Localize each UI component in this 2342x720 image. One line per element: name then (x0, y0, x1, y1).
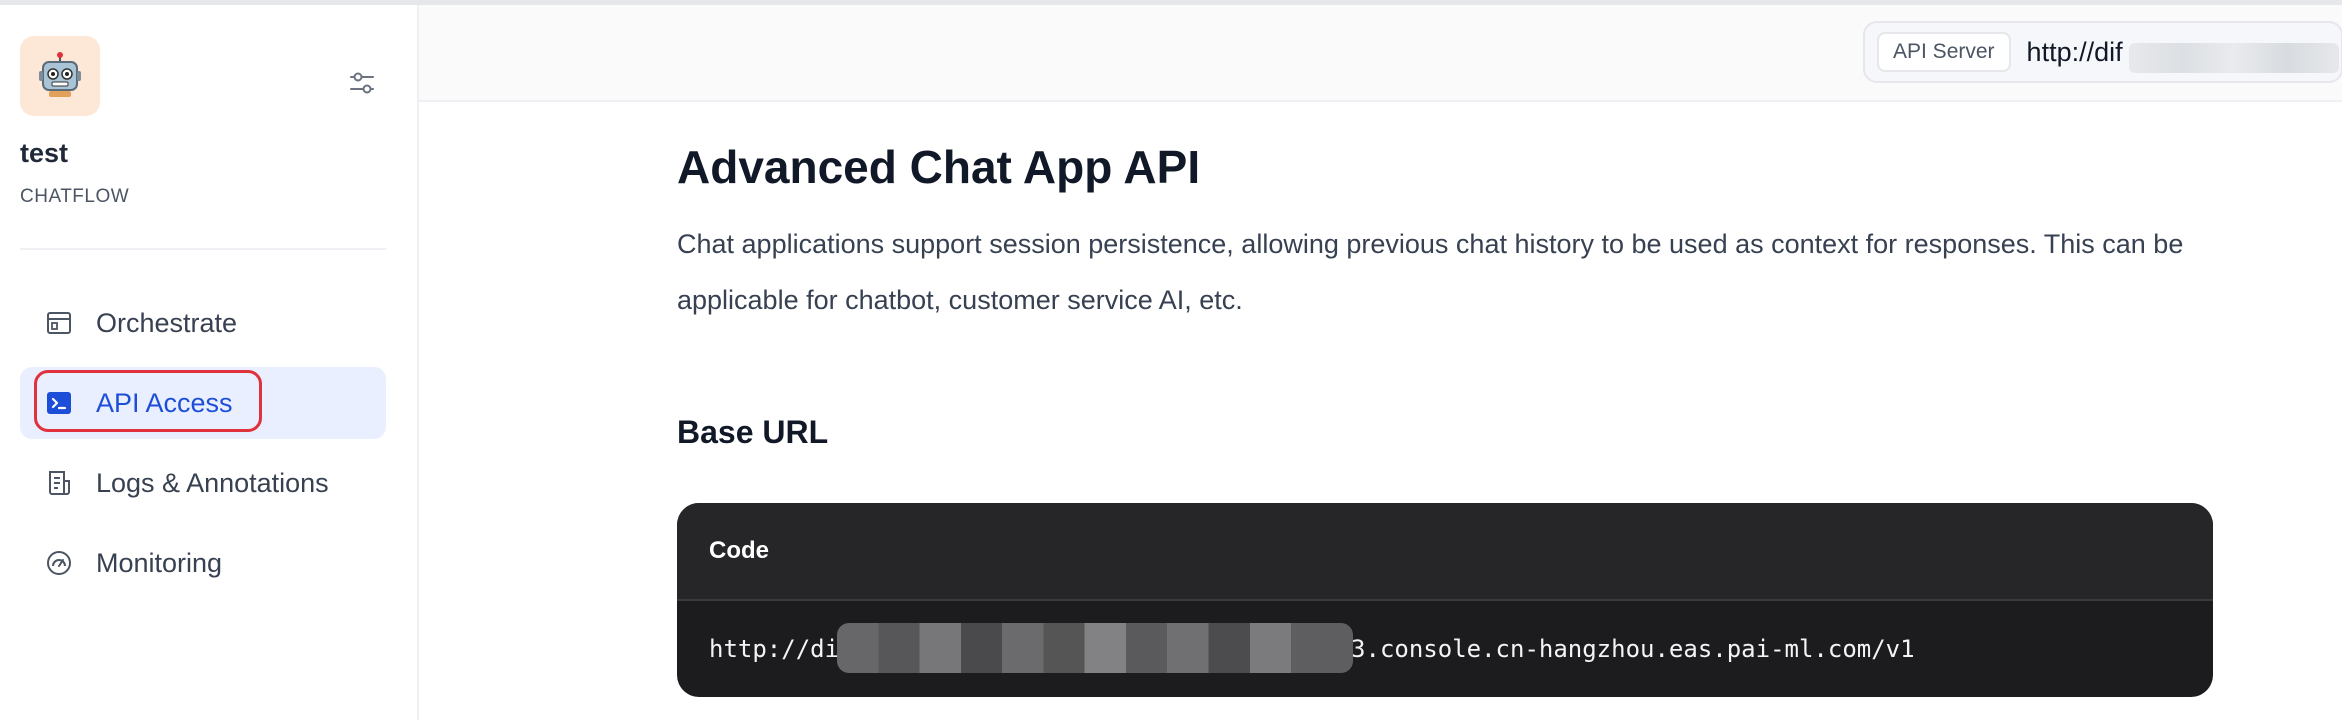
app-mode-label: CHATFLOW (20, 186, 130, 207)
page-title: Advanced Chat App API (677, 141, 1201, 193)
main-panel: API Server http://dif Advanced Chat App … (419, 5, 2342, 720)
app-root: test CHATFLOW Orchestrate API Access Log… (0, 5, 2342, 720)
redacted-url-mosaic (837, 623, 1353, 673)
orchestrate-icon (44, 308, 74, 338)
code-block: Code http://di 3.console.cn-hangzhou.eas… (677, 503, 2213, 697)
sliders-icon (350, 72, 374, 94)
sidebar: test CHATFLOW Orchestrate API Access Log… (0, 5, 419, 720)
api-doc-content: Advanced Chat App API Chat applications … (677, 100, 2217, 697)
base-url-heading: Base URL (677, 414, 829, 450)
sidebar-item-label: API Access (96, 387, 233, 418)
code-block-header: Code (677, 503, 2213, 601)
api-server-url[interactable]: http://dif (2027, 37, 2123, 68)
code-url-suffix: 3.console.cn-hangzhou.eas.pai-ml.com/v1 (1351, 635, 1915, 663)
robot-icon (39, 52, 81, 97)
app-name: test (20, 138, 69, 168)
sidebar-item-label: Monitoring (96, 547, 223, 578)
terminal-icon (44, 388, 74, 418)
sidebar-item-orchestrate[interactable]: Orchestrate (20, 287, 386, 359)
gauge-icon (44, 548, 74, 578)
sidebar-item-monitoring[interactable]: Monitoring (20, 527, 386, 599)
sidebar-item-logs-annotations[interactable]: Logs & Annotations (20, 447, 386, 519)
sidebar-divider (20, 248, 386, 250)
sidebar-item-label: Orchestrate (96, 307, 238, 338)
logs-icon (44, 468, 74, 498)
app-icon[interactable] (20, 36, 100, 116)
api-server-label: API Server (1877, 32, 2011, 72)
sidebar-nav: Orchestrate API Access Logs & Annotation… (20, 287, 386, 607)
redacted-url-mask (2129, 43, 2339, 73)
code-block-body[interactable]: http://di 3.console.cn-hangzhou.eas.pai-… (677, 601, 2213, 697)
sidebar-item-api-access[interactable]: API Access (20, 367, 386, 439)
code-url-prefix: http://di (709, 635, 840, 663)
top-bar: API Server http://dif (419, 5, 2342, 102)
page-description: Chat applications support session persis… (677, 229, 2184, 315)
sidebar-item-label: Logs & Annotations (96, 467, 329, 498)
app-settings-button[interactable] (340, 61, 384, 105)
